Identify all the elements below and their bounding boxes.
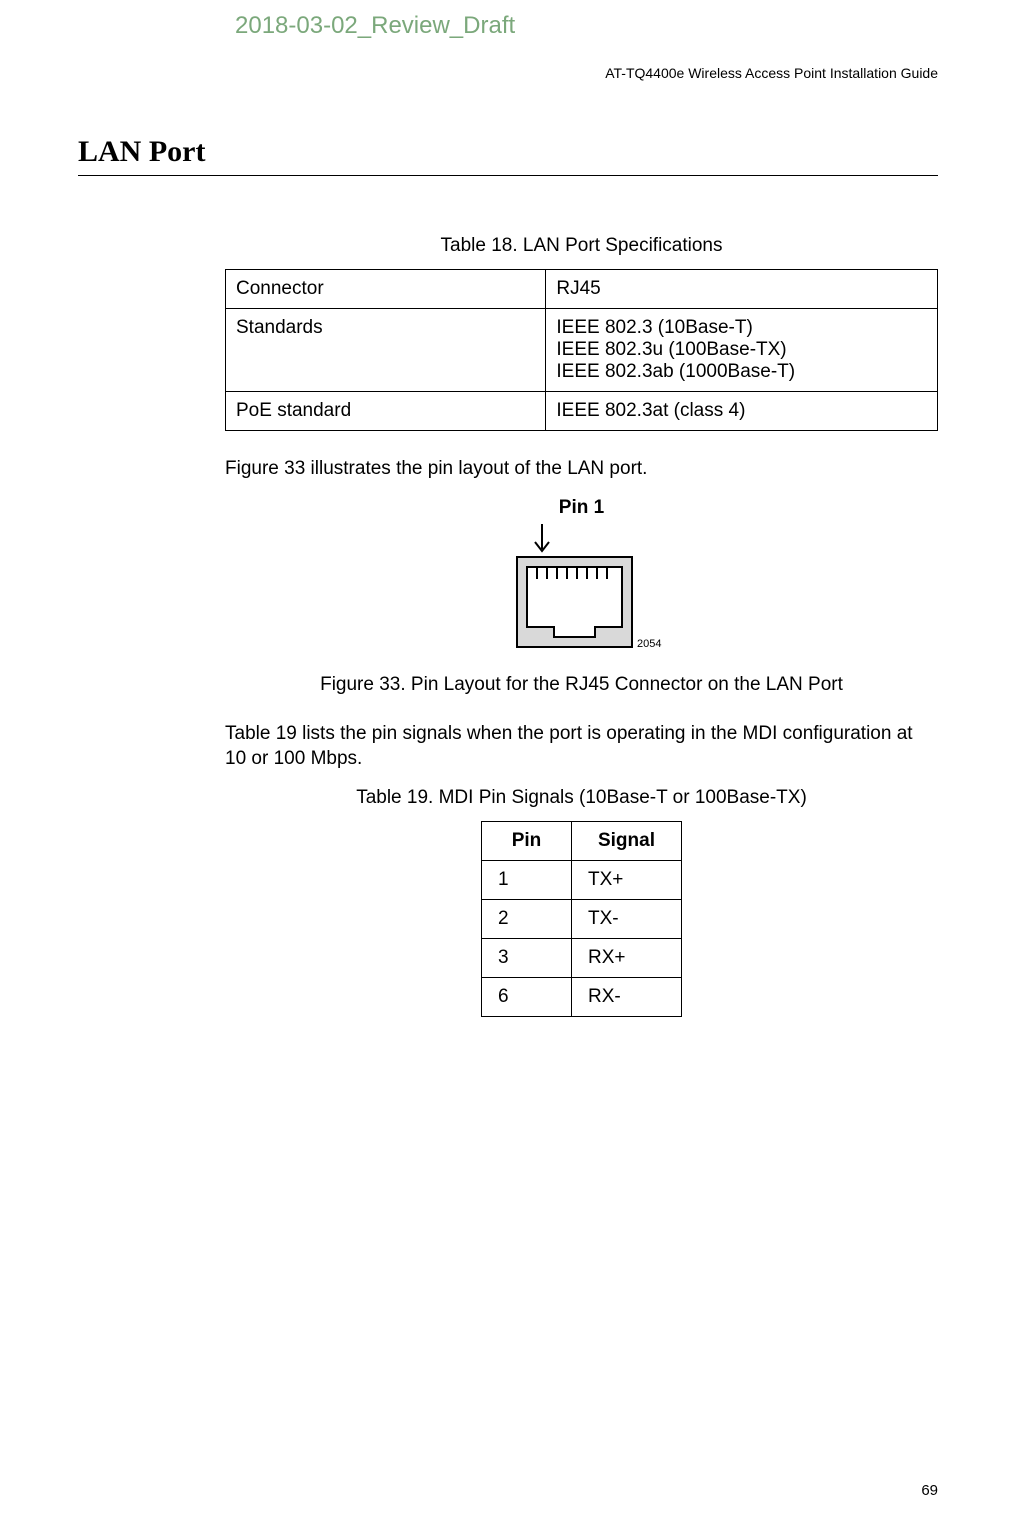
table-row: 6 RX- [482, 977, 682, 1016]
section-title: LAN Port [78, 135, 205, 169]
figure-ref-number: 2054 [637, 638, 661, 650]
table19: Pin Signal 1 TX+ 2 TX- 3 RX+ 6 RX- [481, 821, 682, 1017]
figure33-container: Pin 1 2054 [225, 497, 938, 659]
paragraph: Figure 33 illustrates the pin layout of … [225, 456, 938, 482]
table19-caption: Table 19. MDI Pin Signals (10Base-T or 1… [225, 787, 938, 809]
table-row: 3 RX+ [482, 938, 682, 977]
table18-caption: Table 18. LAN Port Specifications [225, 235, 938, 257]
table-row: 2 TX- [482, 899, 682, 938]
section-rule [78, 175, 938, 176]
table-cell-label: Standards [226, 309, 546, 392]
table-row: Standards IEEE 802.3 (10Base-T) IEEE 802… [226, 309, 938, 392]
page-content: Table 18. LAN Port Specifications Connec… [225, 235, 938, 1017]
table-cell-pin: 2 [482, 899, 572, 938]
table-cell-label: Connector [226, 270, 546, 309]
table-cell-signal: RX+ [572, 938, 682, 977]
table-cell-value: IEEE 802.3at (class 4) [546, 392, 938, 431]
table-cell-signal: TX+ [572, 860, 682, 899]
table-cell-signal: RX- [572, 977, 682, 1016]
pin1-label: Pin 1 [225, 497, 938, 519]
doc-title-header: AT-TQ4400e Wireless Access Point Install… [605, 65, 938, 81]
table-cell-pin: 1 [482, 860, 572, 899]
table-cell-pin: 6 [482, 977, 572, 1016]
table-header-row: Pin Signal [482, 821, 682, 860]
rj45-connector-icon: 2054 [497, 519, 667, 654]
page-number: 69 [921, 1482, 938, 1499]
table18: Connector RJ45 Standards IEEE 802.3 (10B… [225, 269, 938, 431]
table-cell-pin: 3 [482, 938, 572, 977]
table-cell-value: IEEE 802.3 (10Base-T) IEEE 802.3u (100Ba… [546, 309, 938, 392]
table-header-signal: Signal [572, 821, 682, 860]
table-cell-signal: TX- [572, 899, 682, 938]
table-header-pin: Pin [482, 821, 572, 860]
table-row: 1 TX+ [482, 860, 682, 899]
paragraph: Table 19 lists the pin signals when the … [225, 721, 938, 772]
table-row: PoE standard IEEE 802.3at (class 4) [226, 392, 938, 431]
figure33-caption: Figure 33. Pin Layout for the RJ45 Conne… [225, 674, 938, 696]
table-row: Connector RJ45 [226, 270, 938, 309]
watermark-text: 2018-03-02_Review_Draft [235, 12, 515, 40]
table-cell-value: RJ45 [546, 270, 938, 309]
table-cell-label: PoE standard [226, 392, 546, 431]
